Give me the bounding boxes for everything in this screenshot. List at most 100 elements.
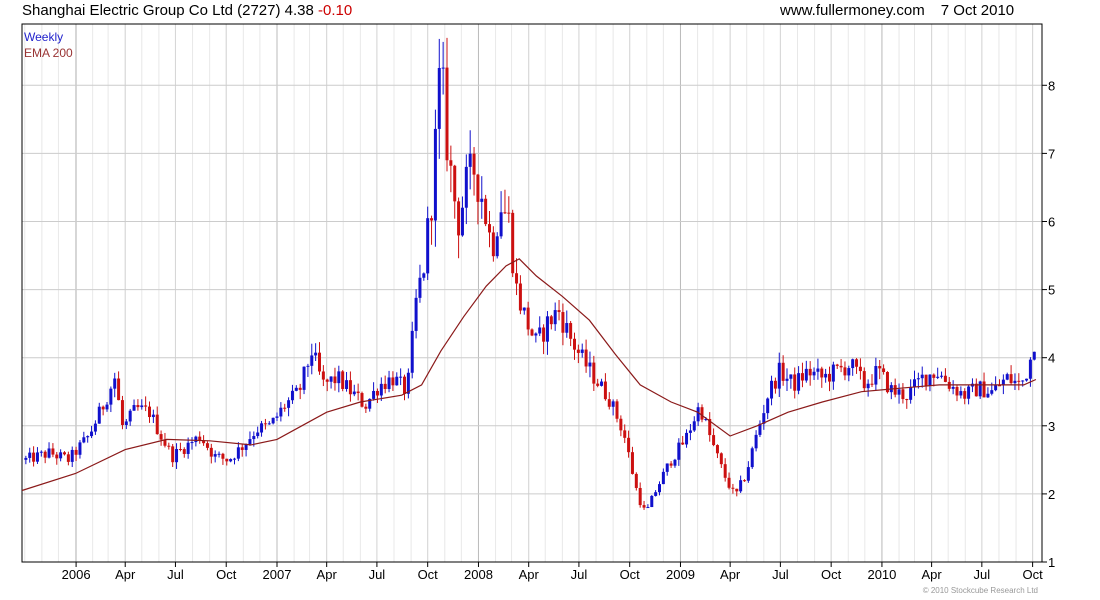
candle-body bbox=[607, 399, 611, 407]
candle-body bbox=[804, 368, 808, 381]
candle-body bbox=[395, 376, 399, 386]
candle-body bbox=[418, 277, 422, 298]
candle-body bbox=[634, 473, 638, 488]
candle-body bbox=[739, 480, 743, 492]
x-tick-label: Apr bbox=[317, 567, 338, 582]
candle-body bbox=[321, 371, 325, 380]
candle-body bbox=[951, 386, 955, 389]
candle-body bbox=[484, 198, 488, 225]
candle-body bbox=[557, 310, 561, 313]
candle-body bbox=[155, 414, 159, 435]
candle-body bbox=[735, 488, 739, 492]
candle-body bbox=[661, 471, 665, 485]
candle-body bbox=[743, 480, 746, 482]
candle-body bbox=[213, 454, 217, 457]
candle-body bbox=[267, 423, 271, 425]
legend-ema: EMA 200 bbox=[24, 46, 73, 60]
candle-body bbox=[793, 374, 797, 391]
x-tick-label: Oct bbox=[216, 567, 237, 582]
candle-body bbox=[468, 153, 472, 167]
candle-body bbox=[874, 366, 878, 385]
candle-body bbox=[28, 452, 32, 458]
candle-body bbox=[982, 381, 986, 398]
candle-body bbox=[576, 349, 580, 353]
candle-body bbox=[681, 442, 685, 445]
candle-body bbox=[356, 391, 360, 394]
candle-body bbox=[800, 373, 804, 381]
candle-body bbox=[318, 352, 321, 372]
x-tick-label: 2008 bbox=[464, 567, 493, 582]
candle-body bbox=[955, 386, 959, 396]
candle-body bbox=[217, 453, 221, 455]
x-tick-label: Apr bbox=[720, 567, 741, 582]
candle-body bbox=[437, 67, 441, 129]
candle-body bbox=[453, 165, 457, 202]
candle-body bbox=[283, 407, 287, 409]
candle-body bbox=[913, 379, 916, 388]
candle-body bbox=[403, 376, 406, 394]
candle-body bbox=[777, 362, 781, 389]
candle-body bbox=[325, 379, 329, 382]
candle-body bbox=[789, 374, 793, 379]
candle-body bbox=[928, 374, 932, 386]
candle-body bbox=[194, 436, 198, 443]
candle-body bbox=[364, 406, 368, 409]
candle-body bbox=[766, 398, 770, 414]
candle-body bbox=[59, 452, 63, 459]
candle-body bbox=[175, 449, 179, 463]
candle-body bbox=[638, 487, 642, 506]
candle-body bbox=[688, 430, 692, 433]
candle-body bbox=[754, 434, 758, 449]
candle-body bbox=[86, 436, 90, 438]
candle-body bbox=[538, 327, 542, 334]
candle-body bbox=[387, 377, 391, 389]
candle-body bbox=[750, 448, 754, 468]
candle-body bbox=[820, 368, 824, 378]
candle-body bbox=[507, 212, 511, 214]
candle-body bbox=[136, 405, 140, 408]
candle-body bbox=[229, 459, 233, 462]
candle-body bbox=[515, 273, 519, 284]
candle-body bbox=[225, 458, 229, 462]
candle-body bbox=[47, 448, 51, 458]
candle-body bbox=[449, 160, 453, 166]
candle-body bbox=[298, 387, 302, 390]
y-tick-label: 5 bbox=[1048, 283, 1055, 298]
candle-body bbox=[901, 389, 905, 400]
candle-body bbox=[240, 447, 244, 450]
candle-body bbox=[24, 457, 28, 460]
candle-body bbox=[1017, 380, 1021, 382]
candle-body bbox=[723, 464, 727, 478]
candle-body bbox=[167, 445, 171, 447]
candle-body bbox=[905, 399, 909, 401]
candle-body bbox=[839, 365, 843, 368]
candle-body bbox=[148, 406, 151, 418]
candle-body bbox=[495, 236, 499, 257]
candle-body bbox=[306, 365, 310, 367]
candle-body bbox=[252, 436, 256, 440]
candle-body bbox=[920, 374, 924, 379]
candle-body bbox=[333, 376, 337, 384]
candle-body bbox=[526, 307, 530, 330]
candle-body bbox=[341, 371, 345, 389]
candle-body bbox=[348, 380, 352, 395]
candle-body bbox=[383, 383, 387, 389]
candle-body bbox=[132, 405, 136, 411]
x-tick-label: Oct bbox=[821, 567, 842, 582]
candle-body bbox=[770, 380, 774, 399]
candle-body bbox=[700, 407, 704, 420]
candle-body bbox=[862, 371, 866, 389]
candle-body bbox=[565, 323, 569, 333]
candle-body bbox=[460, 207, 464, 236]
candle-body bbox=[457, 201, 461, 236]
candle-body bbox=[101, 406, 105, 410]
candle-body bbox=[422, 273, 426, 278]
candle-body bbox=[445, 67, 449, 161]
candle-body bbox=[171, 446, 175, 463]
x-tick-label: Oct bbox=[620, 567, 641, 582]
x-tick-label: 2006 bbox=[62, 567, 91, 582]
candle-body bbox=[615, 401, 619, 419]
candle-body bbox=[345, 380, 349, 389]
candle-body bbox=[35, 452, 39, 462]
candle-body bbox=[630, 452, 634, 474]
